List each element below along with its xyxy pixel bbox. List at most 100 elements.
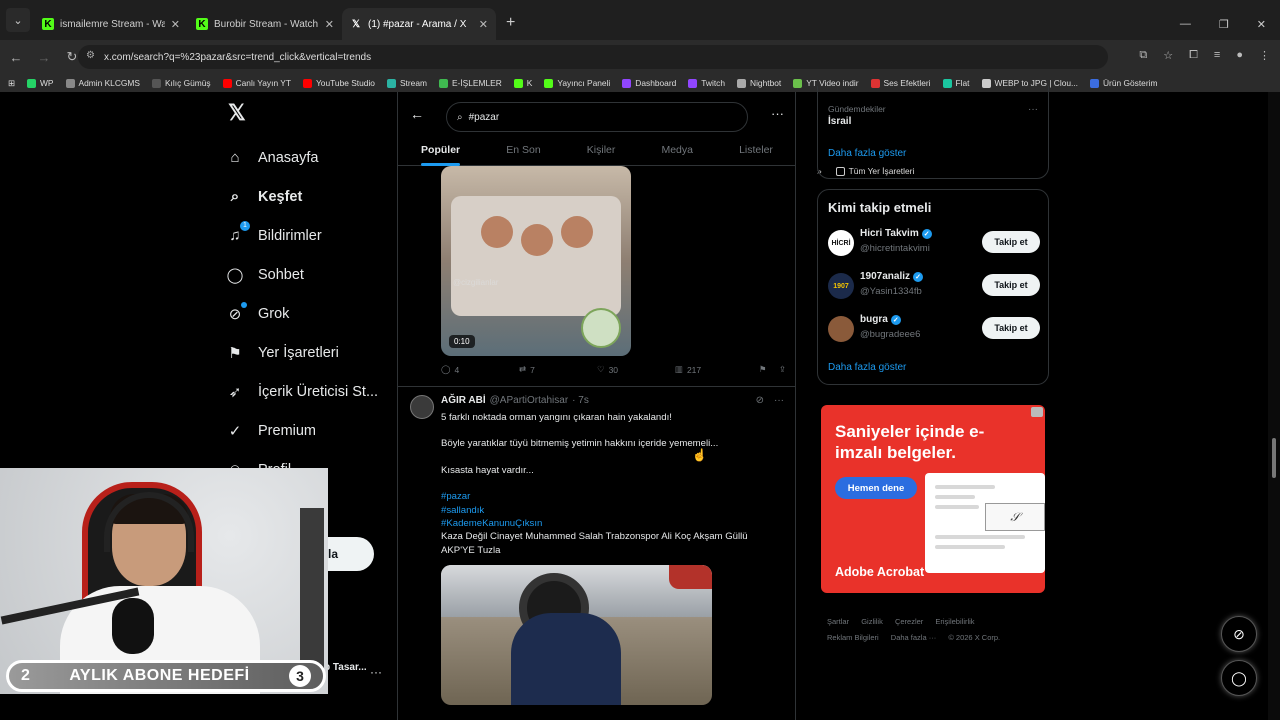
footer-link[interactable]: Şartlar [827, 617, 849, 626]
scrollbar-thumb[interactable] [1272, 438, 1276, 478]
nav-item-explore[interactable]: ⌕ Keşfet [226, 177, 386, 216]
ad-document-illustration: 𝒮 [925, 473, 1045, 573]
bookmark-item[interactable]: Dashboard [622, 78, 676, 88]
bookmark-item[interactable]: E-İŞLEMLER [438, 78, 502, 88]
back-arrow-icon[interactable]: ← [410, 106, 424, 122]
tab-lists[interactable]: Listeler [739, 136, 773, 166]
follow-button[interactable]: Takip et [982, 274, 1040, 296]
x-logo-icon[interactable]: 𝕏 [228, 100, 386, 126]
browser-tab[interactable]: K Burobir Stream - Watch Live on ✕ [188, 8, 342, 40]
repost-button[interactable]: ⇄ 7 [519, 364, 597, 375]
hashtag-link[interactable]: #pazar [441, 490, 781, 503]
new-tab-icon[interactable]: + [506, 14, 515, 32]
views-button[interactable]: ▥ 217 [675, 364, 759, 375]
more-icon[interactable]: ··· [370, 665, 382, 679]
bookmark-item[interactable]: Ürün Gösterim [1090, 78, 1157, 88]
browser-tab[interactable]: K ismailemre Stream - Watch Live ✕ [34, 8, 188, 40]
avatar[interactable] [410, 395, 434, 419]
nav-item-notifications[interactable]: ♫ 1 Bildirimler [226, 216, 386, 255]
trends-card: Gündemdekiler İsrail ··· Daha fazla göst… [817, 86, 1049, 179]
star-icon[interactable]: ☆ [1163, 49, 1173, 62]
tweet-image[interactable] [441, 565, 712, 705]
url-input[interactable]: ⚙ x.com/search?q=%23pazar&src=trend_clic… [78, 45, 1108, 69]
close-window-icon[interactable]: ✕ [1257, 18, 1266, 31]
advertisement-banner[interactable]: Saniyeler içinde e-imzalı belgeler. Heme… [821, 405, 1045, 593]
share-icon[interactable]: ⇪ [779, 364, 786, 375]
close-tab-icon[interactable]: ✕ [325, 18, 334, 31]
footer-link[interactable]: Çerezler [895, 617, 923, 626]
bookmark-item[interactable]: WP [27, 78, 54, 88]
follow-suggestion[interactable]: HİCRİ Hicri Takvim ✓ @hicretintakvimi Tak… [828, 226, 1040, 260]
footer-link[interactable]: Erişilebilirlik [935, 617, 974, 626]
bookmark-item[interactable]: Twitch [688, 78, 725, 88]
more-icon[interactable]: ··· [1028, 104, 1038, 115]
browser-tab-active[interactable]: 𝕏 (1) #pazar - Arama / X ✕ [342, 8, 496, 40]
install-icon[interactable]: ⧉ [1139, 49, 1147, 62]
follow-button[interactable]: Takip et [982, 231, 1040, 253]
more-icon[interactable]: ··· [774, 395, 784, 406]
profile-icon[interactable]: ● [1236, 49, 1243, 62]
copyright: © 2026 X Corp. [948, 633, 1001, 642]
back-icon[interactable]: ← [4, 50, 28, 65]
bookmark-item[interactable]: Stream [386, 78, 427, 88]
bookmark-item[interactable]: Kılıç Gümüş [151, 78, 211, 88]
follow-suggestion[interactable]: bugra ✓ @bugradeee6 Takip et [828, 312, 1040, 346]
trend-item[interactable]: İsrail [828, 116, 851, 127]
close-tab-icon[interactable]: ✕ [171, 18, 180, 31]
footer-link[interactable]: Gizlilik [861, 617, 883, 626]
bookmark-icon[interactable]: ⚑ [759, 364, 779, 375]
bookmark-item[interactable]: K [513, 78, 532, 88]
author-name[interactable]: AĞIR ABİ [441, 395, 486, 406]
grok-floating-button[interactable]: ⊘ [1221, 616, 1257, 652]
ad-cta-button[interactable]: Hemen dene [835, 477, 917, 499]
hashtag-link[interactable]: #sallandık [441, 504, 781, 517]
menu-icon[interactable]: ⋮ [1259, 49, 1270, 62]
search-input[interactable]: ⌕ #pazar [446, 102, 748, 132]
bookmark-item[interactable]: YouTube Studio [302, 78, 375, 88]
tab-media[interactable]: Medya [661, 136, 693, 166]
forward-icon[interactable]: → [32, 50, 56, 65]
messages-floating-button[interactable]: ◯ [1221, 660, 1257, 696]
tweet-time[interactable]: · 7s [572, 395, 589, 406]
bookmark-item[interactable]: Canlı Yayın YT [222, 78, 291, 88]
ad-choices-icon[interactable] [1031, 407, 1043, 417]
show-more-link[interactable]: Daha fazla göster [828, 148, 906, 159]
site-info-icon[interactable]: ⚙ [86, 50, 95, 61]
nav-item-grok[interactable]: ⊘ Grok [226, 294, 386, 333]
nav-item-creator-studio[interactable]: ➶ İçerik Üreticisi St... [226, 372, 386, 411]
footer-link[interactable]: Daha fazla ··· [891, 633, 936, 642]
bookmark-item[interactable]: Admin KLCGMS [65, 78, 140, 88]
like-button[interactable]: ♡ 30 [597, 364, 675, 375]
show-more-link[interactable]: Daha fazla göster [828, 362, 906, 373]
nav-item-chat[interactable]: ◯ Sohbet [226, 255, 386, 294]
grok-icon[interactable]: ⊘ [756, 395, 764, 406]
nav-item-premium[interactable]: ✓ Premium [226, 411, 386, 450]
nav-label: Anasayfa [258, 149, 319, 166]
user-handle: @Yasin1334fb [860, 286, 922, 297]
tab-people[interactable]: Kişiler [587, 136, 616, 166]
bookmark-item[interactable]: Yayıncı Paneli [544, 78, 610, 88]
tab-search-icon[interactable]: ⌄ [6, 8, 30, 32]
hashtag-link[interactable]: #KademeKanunuÇıksın [441, 517, 781, 530]
more-options-icon[interactable]: ··· [771, 106, 784, 121]
media-icon[interactable]: ≡ [1214, 49, 1220, 62]
tweet-video[interactable]: @cizgilianlar 0:10 [441, 166, 631, 356]
minimize-icon[interactable]: — [1180, 18, 1191, 31]
nav-item-bookmarks[interactable]: ⚑ Yer İşaretleri [226, 333, 386, 372]
author-handle[interactable]: @APartiOrtahisar [490, 395, 569, 406]
close-tab-icon[interactable]: ✕ [479, 18, 488, 31]
restore-icon[interactable]: ❐ [1219, 18, 1229, 31]
follow-button[interactable]: Takip et [982, 317, 1040, 339]
tab-latest[interactable]: En Son [506, 136, 540, 166]
bookmark-icon: ⚑ [228, 344, 242, 362]
follow-suggestion[interactable]: 1907 1907analiz ✓ @Yasin1334fb Takip et [828, 269, 1040, 303]
footer-link[interactable]: Reklam Bilgileri [827, 633, 879, 642]
nav-item-home[interactable]: ⌂ Anasayfa [226, 138, 386, 177]
tab-popular[interactable]: Popüler [421, 136, 461, 166]
apps-icon[interactable]: ⊞ [8, 78, 15, 88]
extensions-icon[interactable]: ⧠ [1189, 49, 1198, 62]
who-to-follow-card: Kimi takip etmeli HİCRİ Hicri Takvim ✓ @h… [817, 189, 1049, 385]
reply-button[interactable]: ◯ 4 [441, 364, 519, 375]
bookmark-item[interactable]: Nightbot [737, 78, 781, 88]
page-scrollbar[interactable] [1268, 92, 1280, 720]
